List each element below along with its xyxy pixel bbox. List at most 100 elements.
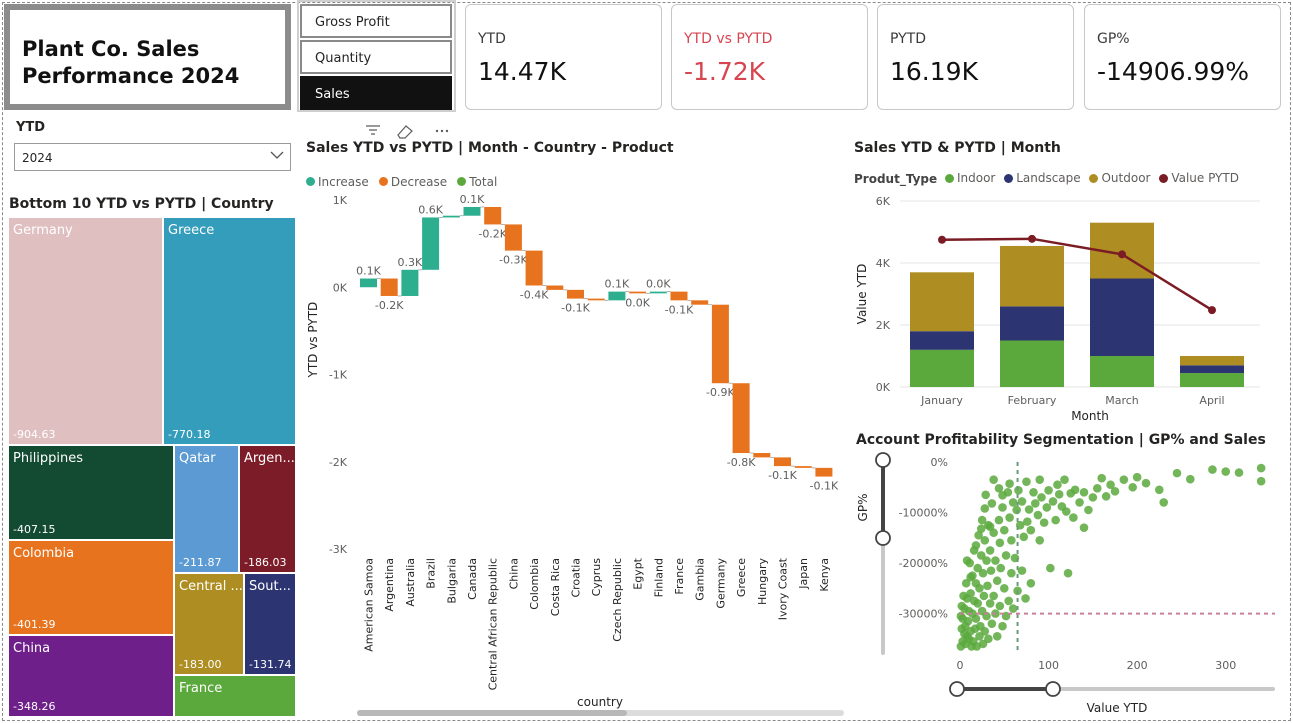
waterfall-bar[interactable] xyxy=(422,217,440,270)
scatter-point[interactable] xyxy=(1024,505,1034,514)
waterfall-bar[interactable] xyxy=(504,224,522,251)
scatter-point[interactable] xyxy=(983,581,992,591)
stacked-bar-segment[interactable] xyxy=(1000,340,1064,388)
gp-range-slider-handle-bottom[interactable] xyxy=(875,530,891,546)
scatter-point[interactable] xyxy=(992,632,1002,641)
scatter-point[interactable] xyxy=(1069,513,1078,522)
scatter-point[interactable] xyxy=(981,490,990,500)
pytd-marker[interactable] xyxy=(1028,234,1036,243)
scatter-point[interactable] xyxy=(987,619,997,628)
scatter-point[interactable] xyxy=(1234,468,1244,477)
legend-item-outdoor[interactable]: Outdoor xyxy=(1089,171,1150,185)
waterfall-bar[interactable] xyxy=(774,457,791,467)
scatter-point[interactable] xyxy=(987,499,997,508)
scatter-point[interactable] xyxy=(1119,475,1129,484)
stacked-bar-segment[interactable] xyxy=(1180,373,1244,387)
scatter-point[interactable] xyxy=(1256,463,1266,473)
scatter-point[interactable] xyxy=(1063,568,1073,578)
stacked-bar-segment[interactable] xyxy=(910,331,974,350)
scatter-point[interactable] xyxy=(1106,480,1115,490)
scatter-point[interactable] xyxy=(1019,532,1029,542)
scatter-point[interactable] xyxy=(1007,536,1016,545)
scatter-point[interactable] xyxy=(1128,482,1138,492)
legend-item-decrease[interactable]: Decrease xyxy=(378,175,447,189)
scatter-point[interactable] xyxy=(1256,476,1266,486)
scatter-point[interactable] xyxy=(1084,505,1093,515)
stacked-bar-segment[interactable] xyxy=(910,349,974,387)
scatter-point[interactable] xyxy=(1037,493,1046,502)
scatter-point[interactable] xyxy=(999,525,1009,535)
waterfall-bar[interactable] xyxy=(794,466,812,468)
scatter-point[interactable] xyxy=(1026,525,1036,535)
scatter-point[interactable] xyxy=(1185,474,1195,484)
scatter-point[interactable] xyxy=(1004,596,1014,606)
scatter-point[interactable] xyxy=(976,524,986,533)
scatter-point[interactable] xyxy=(1132,472,1142,482)
gp-range-slider-handle-top[interactable] xyxy=(875,452,891,468)
scatter-point[interactable] xyxy=(1079,523,1089,532)
scatter-point[interactable] xyxy=(998,503,1007,512)
scatter-point[interactable] xyxy=(998,621,1007,631)
pytd-marker[interactable] xyxy=(1208,306,1216,315)
legend-item-total[interactable]: Total xyxy=(457,175,497,189)
scatter-point[interactable] xyxy=(966,572,975,582)
scatter-point[interactable] xyxy=(985,546,995,555)
treemap-tile[interactable]: Sout... -131.74 xyxy=(244,573,296,675)
scatter-point[interactable] xyxy=(1044,485,1053,495)
stacked-bar-segment[interactable] xyxy=(1180,365,1244,374)
waterfall-bar[interactable] xyxy=(546,285,564,290)
scatter-point[interactable] xyxy=(1008,498,1018,507)
scatter-point[interactable] xyxy=(1007,568,1016,578)
legend-item-increase[interactable]: Increase xyxy=(306,175,369,189)
treemap-tile[interactable]: Greece -770.18 xyxy=(163,217,296,445)
scatter-point[interactable] xyxy=(998,491,1007,500)
scatter-point[interactable] xyxy=(1039,518,1049,527)
stacked-bar-segment[interactable] xyxy=(1180,356,1244,366)
waterfall-bar[interactable] xyxy=(670,291,688,301)
scatter-point[interactable] xyxy=(1035,475,1045,484)
stacked-bar-segment[interactable] xyxy=(910,272,974,332)
scatter-point[interactable] xyxy=(992,576,1002,586)
waterfall-bar[interactable] xyxy=(567,289,584,299)
waterfall-bar[interactable] xyxy=(753,453,771,458)
waterfall-bar[interactable] xyxy=(401,269,419,296)
treemap-tile[interactable]: Colombia -401.39 xyxy=(8,540,174,635)
scatter-point[interactable] xyxy=(1172,468,1182,478)
scatter-point[interactable] xyxy=(1141,478,1151,488)
scatter-point[interactable] xyxy=(959,591,968,601)
scatter-point[interactable] xyxy=(1092,483,1102,493)
scatter-point[interactable] xyxy=(1005,513,1014,522)
scatter-point[interactable] xyxy=(977,515,987,525)
waterfall-bar[interactable] xyxy=(442,215,460,218)
scatter-point[interactable] xyxy=(994,515,1004,525)
waterfall-bar[interactable] xyxy=(691,300,709,305)
treemap-tile[interactable]: Central ... -183.00 xyxy=(174,573,244,675)
filter-icon[interactable] xyxy=(366,125,380,135)
stacked-bar-segment[interactable] xyxy=(1090,356,1154,387)
stacked-bar-segment[interactable] xyxy=(1090,278,1154,357)
scrollbar-thumb[interactable] xyxy=(357,710,627,716)
scatter-point[interactable] xyxy=(989,475,998,484)
treemap-tile[interactable]: Philippines -407.15 xyxy=(8,445,174,540)
scatter-point[interactable] xyxy=(1088,493,1098,502)
scatter-point[interactable] xyxy=(1066,489,1076,498)
scatter-point[interactable] xyxy=(971,541,981,550)
pytd-marker[interactable] xyxy=(938,235,946,244)
scatter-point[interactable] xyxy=(1042,503,1052,512)
scatter-point[interactable] xyxy=(1097,473,1107,483)
scatter-point[interactable] xyxy=(962,556,972,565)
scatter-point[interactable] xyxy=(995,601,1005,611)
scatter-point[interactable] xyxy=(1154,485,1164,495)
more-options-icon[interactable] xyxy=(435,129,449,133)
scatter-point[interactable] xyxy=(1159,498,1169,507)
treemap-tile[interactable]: China -348.26 xyxy=(8,635,174,717)
stacked-bar-segment[interactable] xyxy=(1000,306,1064,341)
waterfall-bar[interactable] xyxy=(484,206,502,225)
scatter-point[interactable] xyxy=(956,642,966,651)
scatter-point[interactable] xyxy=(973,563,983,573)
scatter-point[interactable] xyxy=(1046,563,1055,573)
scatter-point[interactable] xyxy=(1033,510,1043,520)
scatter-point[interactable] xyxy=(989,591,998,601)
treemap-tile[interactable]: Qatar -211.87 xyxy=(174,445,239,573)
scatter-point[interactable] xyxy=(991,556,1000,565)
